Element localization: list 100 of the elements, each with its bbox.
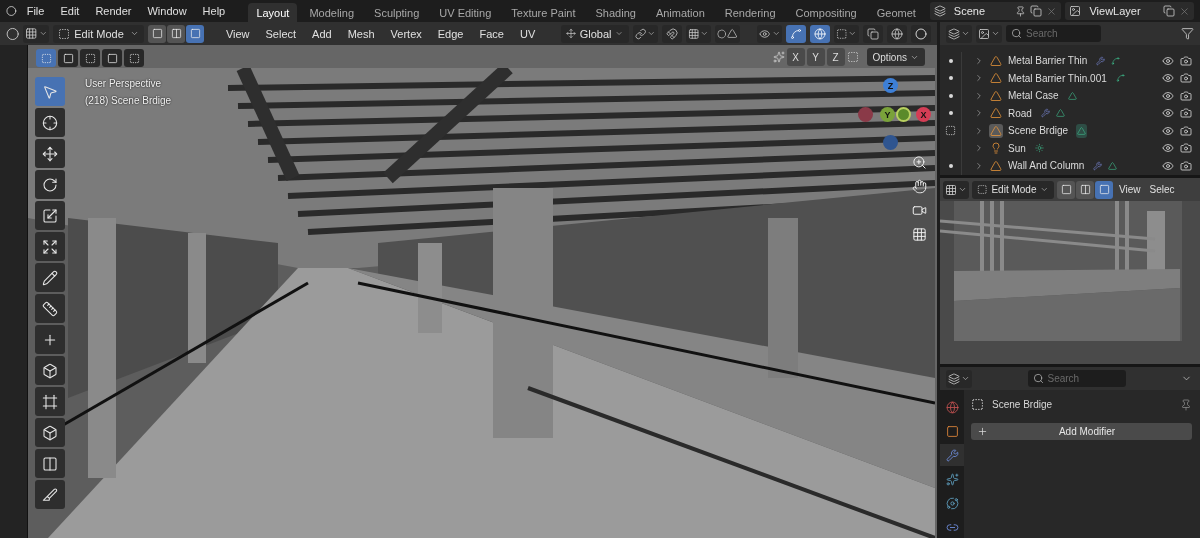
solid-shading-button[interactable] [911,24,932,43]
select-mode-button[interactable] [186,24,205,43]
options-dropdown[interactable]: Options [866,48,925,66]
axis-toggle[interactable]: Y [806,48,825,66]
edit-toggle-dot[interactable] [948,76,953,81]
zoom-icon[interactable] [912,155,927,170]
menu-item[interactable]: Edge [431,27,470,40]
tool-button[interactable] [35,387,65,416]
tool-button[interactable] [35,139,65,168]
proportional-button[interactable] [714,24,740,43]
menu-item[interactable]: Edit [54,5,86,17]
visibility-button[interactable] [757,24,783,43]
menu-item[interactable]: Window [141,5,193,17]
menu-item[interactable]: File [20,5,51,17]
grid-icon[interactable] [912,227,927,242]
mode-dropdown[interactable]: Edit Mode [972,180,1054,199]
select-mode-button[interactable] [148,24,167,43]
edit-mode-icon[interactable] [945,125,956,137]
orientation-dropdown[interactable]: Global [560,24,629,43]
select-mode-button[interactable] [1076,180,1094,199]
display-mode-button[interactable] [946,24,972,43]
menu-item[interactable]: Select [259,27,303,40]
workspace-tab[interactable]: Geomet [868,3,924,23]
eye-icon[interactable] [1162,124,1174,137]
snap-target-button[interactable] [685,24,711,43]
pin-icon[interactable] [1180,398,1192,411]
tool-button[interactable] [35,418,65,447]
object-name[interactable]: Metal Case [1008,90,1059,102]
tool-button[interactable] [35,325,65,354]
camera-icon[interactable] [1180,107,1192,120]
workspace-tab[interactable]: Layout [248,3,298,23]
camera-icon[interactable] [1180,159,1192,172]
menu-item[interactable]: Mesh [341,27,381,40]
properties-tab[interactable] [940,444,964,466]
camera-icon[interactable] [912,203,927,218]
tool-button[interactable] [35,108,65,137]
edit-toggle-dot[interactable] [948,58,953,63]
tool-button[interactable] [35,294,65,323]
tool-button[interactable] [35,232,65,261]
selection-mode-button[interactable] [124,49,144,67]
editor-type-button[interactable] [946,369,972,388]
xray-button[interactable] [863,24,884,43]
view-layer-selector[interactable]: ViewLayer [1065,2,1194,20]
wireframe-button[interactable] [887,24,908,43]
eye-icon[interactable] [1162,142,1174,155]
object-name[interactable]: Metal Barrier Thin.001 [1008,72,1107,84]
tool-button[interactable] [35,263,65,292]
tool-button[interactable] [35,449,65,478]
overlay-button[interactable] [810,24,831,43]
object-name[interactable]: Metal Barrier Thin [1008,55,1088,67]
menu-item[interactable]: Selec [1146,184,1178,195]
object-name[interactable]: Sun [1008,142,1026,154]
gizmo-button[interactable] [786,24,807,43]
menu-item[interactable]: Add [306,27,338,40]
scene-selector[interactable]: Scene [929,2,1062,20]
object-name[interactable]: Wall And Column [1008,160,1085,172]
menu-item[interactable]: UV [513,27,542,40]
select-mode-button[interactable] [167,24,186,43]
menu-item[interactable]: Vertex [384,27,428,40]
workspace-tab[interactable]: Sculpting [366,3,428,23]
workspace-tab[interactable]: Animation [647,3,713,23]
camera-icon[interactable] [1180,72,1192,85]
editor-type-button[interactable] [976,24,1002,43]
select-mode-button[interactable] [1095,180,1113,199]
sphere-icon[interactable] [6,26,20,41]
eye-icon[interactable] [1162,159,1174,172]
tool-button[interactable] [35,170,65,199]
hand-icon[interactable] [912,179,927,194]
camera-icon[interactable] [1180,89,1192,102]
add-modifier-button[interactable]: Add Modifier [971,423,1192,440]
workspace-tab[interactable]: Shading [587,3,644,23]
select-mode-button[interactable] [1057,180,1075,199]
editor-type-button[interactable] [943,180,969,199]
menu-item[interactable]: Render [89,5,138,17]
menu-item[interactable]: Face [473,27,510,40]
tool-button[interactable] [35,201,65,230]
eye-icon[interactable] [1162,89,1174,102]
edit-toggle-dot[interactable] [948,93,953,98]
eye-icon[interactable] [1162,107,1174,120]
tool-button[interactable] [35,356,65,385]
pivot-button[interactable] [632,24,658,43]
filter-icon[interactable] [1181,27,1194,40]
camera-icon[interactable] [1180,124,1192,137]
menu-item[interactable]: View [219,27,256,40]
axis-toggle[interactable]: Z [826,48,845,66]
selection-mode-button[interactable] [80,49,100,67]
camera-icon[interactable] [1180,142,1192,155]
menu-item[interactable]: Help [196,5,232,17]
mode-dropdown[interactable]: Edit Mode [53,24,145,43]
snap-button[interactable] [661,24,682,43]
camera-icon[interactable] [1180,54,1192,67]
edit-toggle-dot[interactable] [948,163,953,168]
edit-toggle-dot[interactable] [948,111,953,116]
workspace-tab[interactable]: Rendering [716,3,784,23]
selection-mode-button[interactable] [36,49,56,67]
workspace-tab[interactable]: UV Editing [431,3,500,23]
editor-type-button[interactable] [23,24,50,43]
workspace-tab[interactable]: Modeling [301,3,363,23]
eye-icon[interactable] [1162,54,1174,67]
eye-icon[interactable] [1162,72,1174,85]
